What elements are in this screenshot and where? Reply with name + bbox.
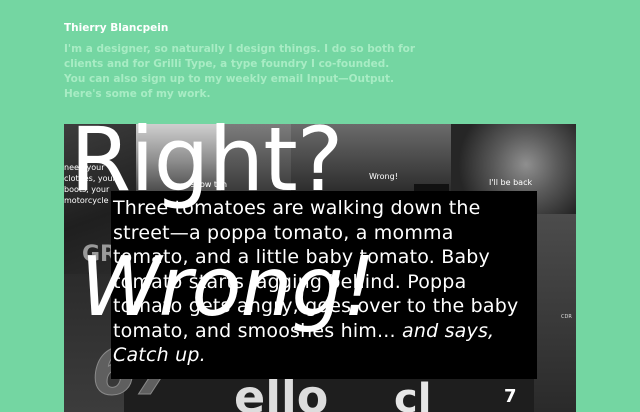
badge-label: CDR — [561, 314, 572, 320]
site-name[interactable]: Thierry Blancpein — [64, 22, 168, 34]
specimen-letters: cl — [394, 376, 432, 412]
film-still[interactable] — [534, 214, 576, 412]
subtitle-caption: Wrong! — [369, 172, 398, 181]
subtitle-caption: I'll be back — [489, 178, 533, 187]
headline-right: Right? — [70, 108, 343, 211]
intro-line: You can also sign up to my weekly email … — [64, 73, 395, 85]
intro-line: Here's some of my work. — [64, 88, 211, 100]
specimen-letters: 7 — [504, 386, 517, 407]
intro-text: I'm a designer, so naturally I design th… — [64, 42, 524, 102]
intro-line: clients and for Grilli Type, a type foun… — [64, 58, 390, 70]
headline-wrong: Wrong! — [80, 240, 375, 335]
intro-line: I'm a designer, so naturally I design th… — [64, 43, 416, 55]
film-still[interactable] — [124, 374, 534, 412]
